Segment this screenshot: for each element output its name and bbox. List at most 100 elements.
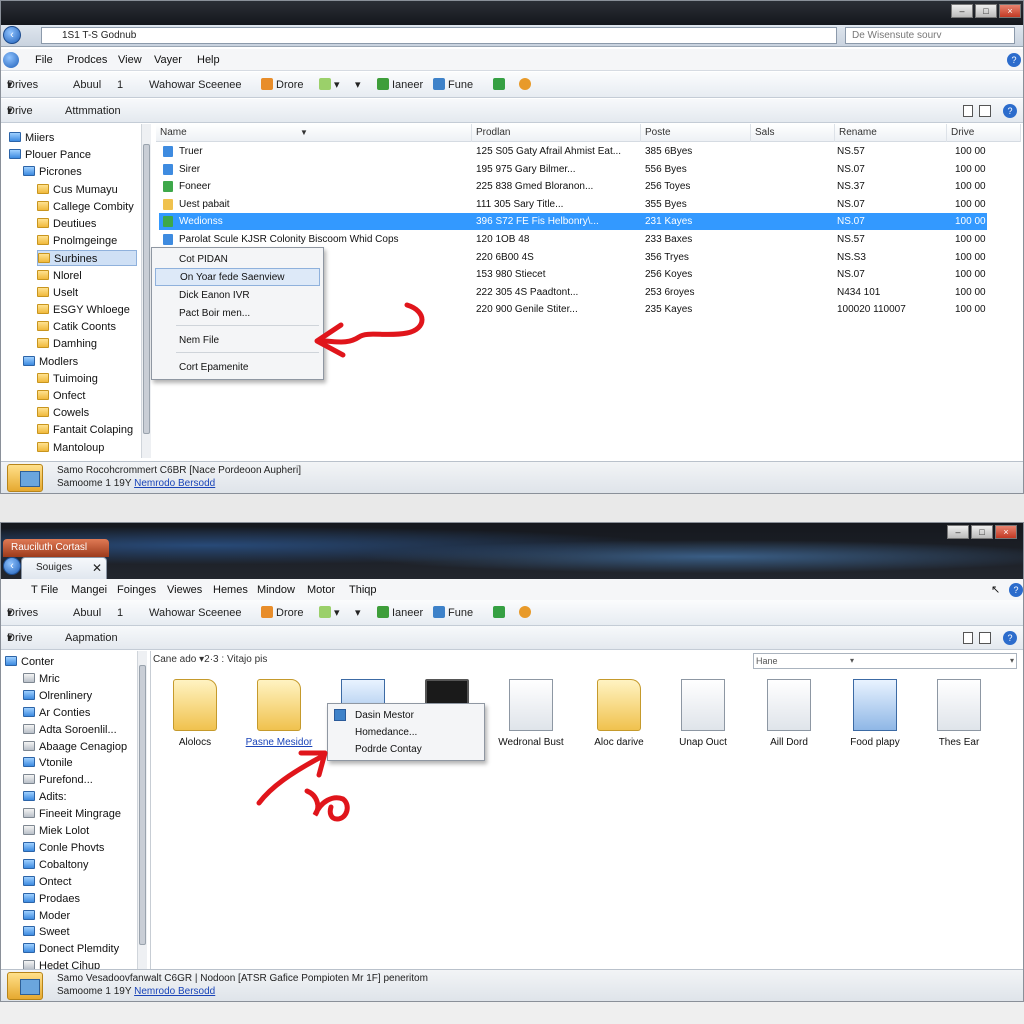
help-icon[interactable]: ? — [1009, 583, 1023, 597]
drore-button[interactable]: Drore — [261, 600, 304, 626]
tree-item[interactable]: Fineeit Mingrage — [23, 806, 133, 822]
file-icon-tile[interactable]: Alolocs — [153, 679, 237, 763]
context-menu-item[interactable]: Cort Epamenite — [155, 359, 320, 377]
context-menu-item[interactable]: On Yoar fede Saenview — [155, 268, 320, 286]
status-link[interactable]: Nemrodo Bersodd — [134, 478, 215, 489]
tree-item[interactable]: Picrones — [23, 164, 137, 180]
status-link[interactable]: Nemrodo Bersodd — [134, 986, 215, 997]
column-rename[interactable]: Rename — [835, 124, 947, 142]
tree-scroll-thumb[interactable] — [143, 144, 150, 434]
context-menu-item[interactable]: Podrde Contay — [331, 741, 481, 759]
file-icon-tile[interactable]: Wedronal Bust — [489, 679, 573, 763]
walkower-button[interactable]: Wahowar Sceenee — [149, 72, 242, 98]
tree-item[interactable]: Onfect — [37, 388, 137, 404]
tree-item[interactable]: Conle Phovts — [23, 840, 133, 856]
about-button[interactable]: Abuul — [73, 600, 101, 626]
menu-prodces[interactable]: Prodces — [67, 49, 107, 71]
menu-mangei[interactable]: Mangei — [71, 579, 107, 601]
menu-file[interactable]: T File — [31, 579, 58, 601]
preview-pane-icon[interactable] — [963, 632, 973, 644]
tree-item[interactable]: Miek Lolot — [23, 823, 133, 839]
table-row[interactable]: Parolat Scule KJSR Colonity Biscoom Whid… — [159, 231, 987, 248]
file-icon-tile[interactable]: Aill Dord — [747, 679, 831, 763]
tree-item[interactable]: Cowels — [37, 405, 137, 421]
menu-hemes[interactable]: Hemes — [213, 579, 248, 601]
table-row[interactable]: Sirer 195 975 Gary Bilmer... 556 Byes NS.07… — [159, 161, 987, 178]
tree-item[interactable]: Mantoloup — [37, 440, 137, 456]
back-arrow-icon[interactable]: ‹ — [3, 557, 21, 575]
tree-item[interactable]: Catik Coonts — [37, 319, 137, 335]
green-tool-icon[interactable] — [493, 600, 508, 626]
one-button[interactable]: 1 — [117, 72, 123, 98]
back-nav-icon[interactable] — [3, 52, 19, 68]
walkower-button[interactable]: Wahowar Sceenee — [149, 600, 242, 626]
maximize-button[interactable]: □ — [971, 525, 993, 539]
tree-item[interactable]: Mric — [23, 671, 133, 687]
details-pane-icon[interactable] — [979, 105, 991, 117]
tree-item[interactable]: Cobaltony — [23, 857, 133, 873]
clip-button[interactable]: ▾ — [319, 72, 340, 98]
menu-viewes[interactable]: Viewes — [167, 579, 202, 601]
tree-item[interactable]: Uselt — [37, 285, 137, 301]
laneer-button[interactable]: Ianeer — [377, 72, 423, 98]
context-menu-item[interactable]: Homedance... — [331, 724, 481, 742]
table-row[interactable]: Foneer 225 838 Gmed Bloranon... 256 Toyes N… — [159, 178, 987, 195]
table-row[interactable]: Truer 125 S05 Gaty Afrail Ahmist Eat... 38… — [159, 143, 987, 160]
tree-item[interactable]: Prodaes — [23, 891, 133, 907]
globe-icon[interactable] — [519, 600, 534, 626]
automation-button[interactable]: Aapmation — [65, 626, 118, 650]
tree-item[interactable]: Plouer Pance — [9, 147, 137, 163]
drives-button[interactable]: Drives ▾ — [7, 72, 38, 98]
green-tool-icon[interactable] — [493, 72, 508, 98]
menu-foinges[interactable]: Foinges — [117, 579, 156, 601]
column-name[interactable]: Name ▼ — [156, 124, 472, 142]
context-menu-item[interactable]: Dick Eanon IVR — [155, 287, 320, 305]
tree-item[interactable]: Adta Soroenlil... — [23, 722, 133, 738]
dropdown-chevron-icon[interactable]: ▾ — [355, 72, 361, 98]
menu-thiqp[interactable]: Thiqp — [349, 579, 377, 601]
tree-item[interactable]: Sweet — [23, 924, 133, 940]
tab-close-icon[interactable]: ✕ — [92, 558, 102, 578]
dropdown-chevron-icon[interactable]: ▾ — [355, 600, 361, 626]
tree-item[interactable]: Conter — [5, 654, 133, 670]
tree-item[interactable]: Abaage Cenagiop — [23, 739, 133, 755]
fune-button[interactable]: Fune — [433, 72, 473, 98]
tree-item[interactable]: Olrenlinery — [23, 688, 133, 704]
file-icon-tile[interactable]: Food plapy — [833, 679, 917, 763]
fune-button[interactable]: Fune — [433, 600, 473, 626]
tree-scrollbar[interactable] — [137, 651, 147, 969]
column-prodlan[interactable]: Prodlan — [472, 124, 641, 142]
minimize-button[interactable]: – — [951, 4, 973, 18]
tree-item[interactable]: Nlorel — [37, 268, 137, 284]
help-icon[interactable]: ? — [1007, 53, 1021, 67]
view-select[interactable]: Hane ▾ ▾ — [753, 653, 1017, 669]
minimize-button[interactable]: – — [947, 525, 969, 539]
drive-menu[interactable]: Drive ▾ — [7, 99, 33, 123]
tree-item[interactable]: Purefond... — [23, 772, 133, 788]
file-icon-tile[interactable]: Pasne Mesidor — [237, 679, 321, 763]
menu-mindow[interactable]: Mindow — [257, 579, 295, 601]
menu-motor[interactable]: Motor — [307, 579, 335, 601]
file-icon-tile[interactable]: Unap Ouct — [661, 679, 745, 763]
file-icon-tile[interactable]: Thes Ear — [917, 679, 1001, 763]
column-poste[interactable]: Poste — [641, 124, 751, 142]
help-icon[interactable]: ? — [1003, 631, 1017, 645]
drore-button[interactable]: Drore — [261, 72, 304, 98]
tree-item[interactable]: Callege Combity — [37, 199, 137, 215]
tree-item[interactable]: Moder — [23, 908, 133, 924]
tree-item[interactable]: Ontect — [23, 874, 133, 890]
menu-vayer[interactable]: Vayer — [154, 49, 182, 71]
context-menu-item[interactable]: Nem File — [155, 332, 320, 350]
window-tab-top[interactable]: Rauciluth Cortasl — [3, 539, 109, 557]
maximize-button[interactable]: □ — [975, 4, 997, 18]
tree-item[interactable]: Deutiues — [37, 216, 137, 232]
automation-button[interactable]: Attmmation — [65, 99, 121, 123]
tree-item[interactable]: Adits: — [23, 789, 133, 805]
tree-scroll-thumb[interactable] — [139, 665, 146, 945]
tab-souiges[interactable]: Souiges ✕ — [21, 557, 107, 579]
tree-item[interactable]: ESGY Whloege — [37, 302, 137, 318]
details-pane-icon[interactable] — [979, 632, 991, 644]
column-sals[interactable]: Sals — [751, 124, 835, 142]
tree-item[interactable]: Cus Mumayu — [37, 182, 137, 198]
tree-item[interactable]: Pnolmgeinge — [37, 233, 137, 249]
